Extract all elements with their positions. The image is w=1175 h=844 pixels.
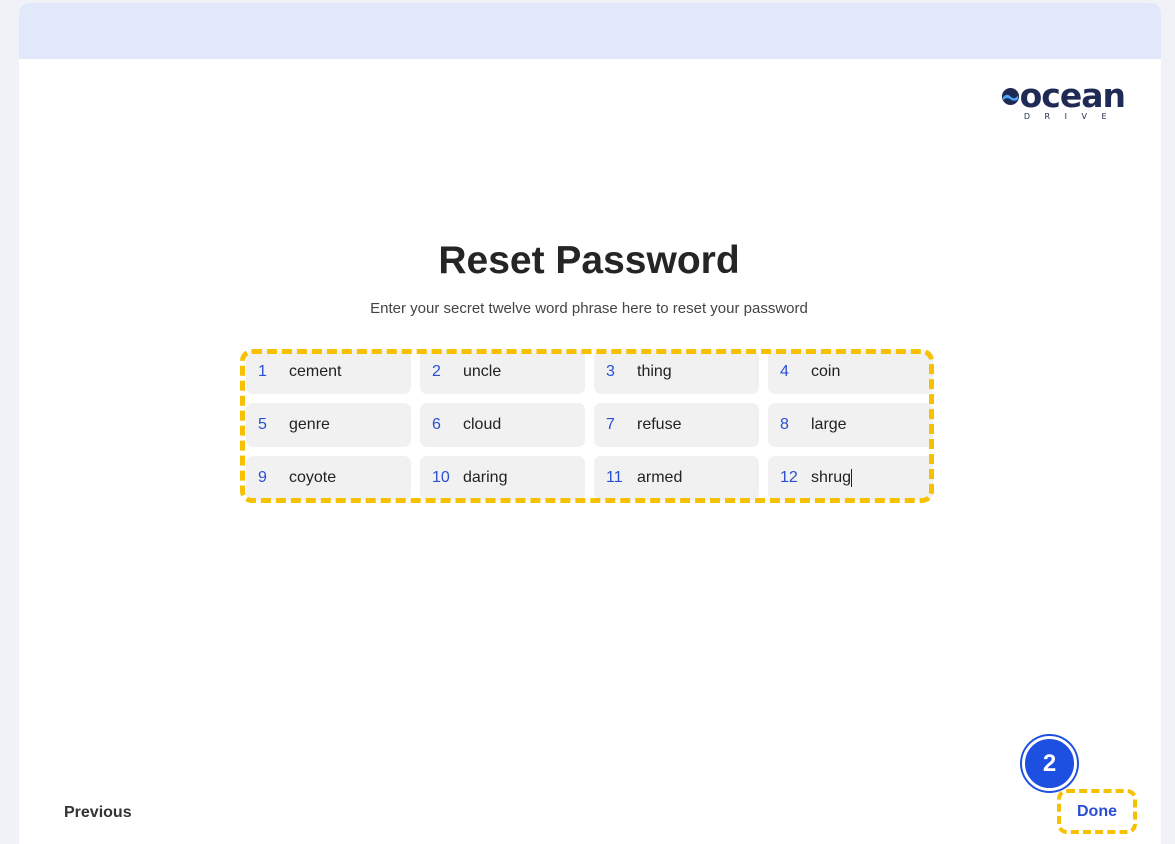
seed-word-number: 1 bbox=[258, 363, 267, 380]
page-subtitle: Enter your secret twelve word phrase her… bbox=[370, 300, 808, 317]
wave-icon bbox=[1001, 87, 1019, 105]
page-title: Reset Password bbox=[438, 239, 740, 282]
seed-word-field[interactable]: 5 genre bbox=[246, 403, 411, 447]
seed-word-number: 11 bbox=[606, 469, 623, 486]
seed-word-value: coin bbox=[811, 363, 841, 380]
seed-word-number: 4 bbox=[780, 363, 789, 380]
seed-word-field[interactable]: 7 refuse bbox=[594, 403, 759, 447]
seed-word-value: thing bbox=[637, 363, 672, 380]
seed-word-number: 3 bbox=[606, 363, 615, 380]
seed-word-value: cloud bbox=[463, 416, 502, 433]
seed-word-field[interactable]: 10 daring bbox=[420, 456, 585, 500]
seed-word-number: 7 bbox=[606, 416, 615, 433]
done-button[interactable]: Done bbox=[1057, 789, 1137, 834]
seed-word-value: large bbox=[811, 416, 847, 433]
step-badge: 2 bbox=[1022, 736, 1077, 791]
logo-tagline: DRIVE bbox=[1023, 112, 1121, 121]
seed-word-field[interactable]: 6 cloud bbox=[420, 403, 585, 447]
seed-word-value: cement bbox=[289, 363, 342, 380]
top-bar bbox=[19, 3, 1161, 59]
previous-button[interactable]: Previous bbox=[64, 804, 132, 822]
seed-word-field[interactable]: 3 thing bbox=[594, 350, 759, 394]
seed-word-field[interactable]: 1 cement bbox=[246, 350, 411, 394]
seed-word-number: 9 bbox=[258, 469, 267, 486]
seed-word-value: refuse bbox=[637, 416, 682, 433]
seed-word-number: 6 bbox=[432, 416, 441, 433]
seed-word-field[interactable]: 2 uncle bbox=[420, 350, 585, 394]
seed-word-value: shrug bbox=[798, 469, 853, 487]
reset-password-card: ocean DRIVE Reset Password Enter your se… bbox=[19, 3, 1161, 844]
seed-word-field[interactable]: 9 coyote bbox=[246, 456, 411, 500]
seed-word-value: daring bbox=[463, 469, 508, 486]
seed-word-number: 8 bbox=[780, 416, 789, 433]
logo-wordmark: ocean bbox=[1019, 76, 1126, 115]
seed-word-number: 2 bbox=[432, 363, 441, 380]
seed-word-field[interactable]: 4 coin bbox=[768, 350, 933, 394]
seed-phrase-grid: 1 cement 2 uncle 3 thing 4 coin 5 genre 6 clou… bbox=[246, 350, 933, 500]
seed-word-number: 12 bbox=[780, 469, 798, 486]
seed-word-field[interactable]: 8 large bbox=[768, 403, 933, 447]
step-badge-number: 2 bbox=[1042, 749, 1057, 777]
seed-word-value: genre bbox=[289, 416, 330, 433]
seed-word-field[interactable]: 12 shrug bbox=[768, 456, 933, 500]
seed-word-field[interactable]: 11 armed bbox=[594, 456, 759, 500]
ocean-drive-logo: ocean DRIVE bbox=[1001, 76, 1126, 123]
seed-word-number: 10 bbox=[432, 469, 450, 486]
seed-word-value: uncle bbox=[463, 363, 502, 380]
seed-word-number: 5 bbox=[258, 416, 267, 433]
seed-word-value: coyote bbox=[289, 469, 337, 486]
seed-word-value: armed bbox=[637, 469, 683, 486]
